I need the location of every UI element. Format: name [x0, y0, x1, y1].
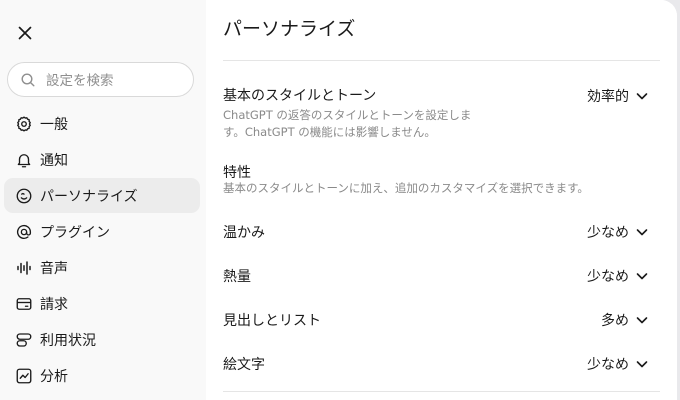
sidebar-item-label: 請求: [40, 296, 68, 313]
usage-icon: [14, 330, 34, 350]
sidebar-item-notifications[interactable]: 通知: [4, 142, 200, 177]
chevron-down-icon: [636, 93, 648, 100]
sidebar-item-billing[interactable]: 請求: [4, 286, 200, 321]
style-tone-label: 基本のスタイルとトーン: [223, 88, 377, 104]
audio-wave-icon: [14, 258, 34, 278]
chevron-down-icon: [636, 317, 648, 324]
chevron-down-icon: [636, 229, 648, 236]
at-sign-icon: [14, 222, 34, 242]
divider: [223, 60, 660, 61]
close-icon: [18, 26, 32, 40]
style-tone-description: ChatGPT の返答のスタイルとトーンを設定しま す。ChatGPT の機能に…: [223, 107, 471, 141]
enthusiasm-select[interactable]: 少なめ: [587, 266, 649, 286]
warmth-label: 温かみ: [223, 225, 265, 241]
sidebar-item-label: 通知: [40, 152, 68, 169]
search-input[interactable]: [44, 69, 188, 93]
search-icon: [21, 73, 35, 87]
style-tone-value: 効率的: [587, 89, 629, 105]
enthusiasm-label: 熱量: [223, 269, 251, 285]
sidebar-item-label: パーソナライズ: [40, 188, 138, 205]
sidebar-item-plugins[interactable]: プラグイン: [4, 214, 200, 249]
emoji-value: 少なめ: [587, 357, 629, 373]
style-tone-description-line1: ChatGPT の返答のスタイルとトーンを設定しま: [223, 108, 472, 122]
sidebar-item-label: 一般: [40, 116, 68, 133]
credit-card-icon: [14, 294, 34, 314]
traits-description: 基本のスタイルとトーンに加え、追加のカスタマイズを選択できます。: [223, 181, 589, 195]
search-box[interactable]: [7, 62, 194, 97]
warmth-value: 少なめ: [587, 225, 629, 241]
bell-icon: [14, 150, 34, 170]
close-button[interactable]: [14, 22, 36, 44]
style-tone-select[interactable]: 効率的: [587, 86, 649, 106]
sidebar-item-personalize[interactable]: パーソナライズ: [4, 178, 200, 213]
style-tone-description-line2: す。ChatGPT の機能には影響しません。: [223, 125, 436, 139]
emoji-label: 絵文字: [223, 357, 265, 373]
sidebar-item-analytics[interactable]: 分析: [4, 358, 200, 393]
enthusiasm-value: 少なめ: [587, 269, 629, 285]
emoji-select[interactable]: 少なめ: [587, 354, 649, 374]
sidebar-item-usage[interactable]: 利用状況: [4, 322, 200, 357]
page-title: パーソナライズ: [223, 18, 356, 40]
sidebar-item-general[interactable]: 一般: [4, 106, 200, 141]
sidebar-item-audio[interactable]: 音声: [4, 250, 200, 285]
gear-icon: [14, 114, 34, 134]
settings-content: パーソナライズ 基本のスタイルとトーン ChatGPT の返答のスタイルとトーン…: [206, 0, 677, 400]
headings-lists-label: 見出しとリスト: [223, 313, 321, 329]
settings-dialog: 一般 通知 パーソ: [0, 0, 677, 400]
settings-nav: 一般 通知 パーソナライズ プラグイン 音声 請求 利用状況 分析: [4, 106, 200, 394]
traits-label: 特性: [223, 165, 251, 181]
chevron-down-icon: [636, 273, 648, 280]
headings-lists-value: 多め: [601, 313, 629, 329]
sidebar-item-label: 利用状況: [40, 332, 96, 349]
sidebar-item-label: 分析: [40, 368, 68, 385]
chevron-down-icon: [636, 361, 648, 368]
divider: [223, 391, 660, 392]
warmth-select[interactable]: 少なめ: [587, 222, 649, 242]
sidebar-item-label: 音声: [40, 260, 68, 277]
chart-icon: [14, 366, 34, 386]
settings-sidebar: 一般 通知 パーソ: [0, 0, 206, 400]
sidebar-item-label: プラグイン: [40, 224, 110, 241]
personalize-icon: [14, 186, 34, 206]
headings-lists-select[interactable]: 多め: [601, 310, 649, 330]
